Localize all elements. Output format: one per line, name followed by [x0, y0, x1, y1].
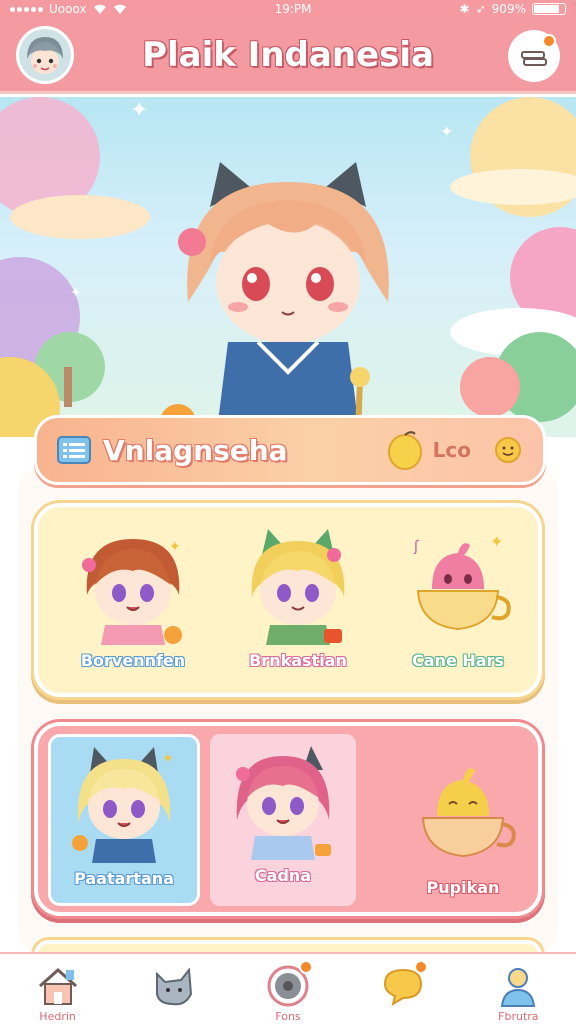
character-item[interactable]: Cadna: [210, 740, 356, 885]
character-card[interactable]: ✦ Borvennfen Brnkastian ✦ ʃ Cane Hars: [34, 503, 542, 697]
coin-icon: [387, 431, 422, 470]
wifi-icon: [113, 4, 126, 14]
character-tile[interactable]: ✦ Paatartana: [48, 734, 200, 906]
item-label: Paatartana: [74, 869, 174, 888]
svg-text:ʃ: ʃ: [413, 539, 419, 555]
carrier-label: Uooox: [49, 2, 87, 16]
nav-item-fons[interactable]: Fons: [243, 960, 333, 1023]
status-bar: Uooox 19:PM ✱ ➶ 909%: [0, 0, 576, 18]
nav-label: Fons: [275, 1010, 301, 1023]
smile-coin-icon[interactable]: [493, 436, 523, 464]
character-item[interactable]: Brnkastian: [223, 525, 373, 670]
svg-text:✦: ✦: [70, 285, 82, 301]
notification-badge: [414, 960, 429, 974]
svg-text:✦: ✦: [490, 532, 503, 551]
item-label: Pupikan: [426, 878, 500, 897]
svg-text:✦: ✦: [440, 122, 453, 141]
girl-blonde-cat-ears-character: ✦: [72, 747, 174, 863]
signal-icon: [10, 6, 43, 12]
item-label: Borvennfen: [80, 651, 186, 670]
girl-blonde-cat-ears-character: [251, 529, 345, 645]
status-time: 19:PM: [274, 2, 312, 16]
svg-text:✦: ✦: [169, 539, 181, 555]
profile-icon: [501, 968, 536, 1007]
item-label: Cane Hars: [412, 651, 504, 670]
list-icon: [57, 436, 91, 464]
hero-illustration: ✦ ✦ ✦: [0, 97, 576, 437]
character-item[interactable]: ✦ Paatartana: [51, 743, 197, 888]
notification-badge: [542, 34, 556, 48]
location-icon: ➶: [475, 2, 486, 16]
item-label: Brnkastian: [249, 651, 347, 670]
pink-slime-teacup-icon: ✦ ʃ: [413, 532, 511, 631]
battery-percent: 909%: [491, 2, 526, 16]
inbox-button[interactable]: [508, 30, 560, 82]
nav-item-profile[interactable]: Fbrutra: [473, 964, 563, 1023]
svg-text:✦: ✦: [162, 751, 174, 767]
svg-text:✦: ✦: [130, 98, 148, 123]
section-title: Vnlagnseha: [103, 433, 288, 467]
character-item[interactable]: ✦ Borvennfen: [58, 525, 208, 670]
nav-label: Fbrutra: [498, 1010, 539, 1023]
character-card[interactable]: ✦ Paatartana Cadna Pupikan: [34, 722, 542, 916]
avatar[interactable]: [16, 26, 74, 84]
status-left: Uooox: [10, 2, 127, 16]
item-label: Cadna: [254, 866, 312, 885]
coin-label: Lco: [432, 438, 471, 462]
nav-item-cat[interactable]: [128, 964, 218, 1010]
page-title: Plaik Indanesia: [142, 34, 434, 75]
battery-icon: [531, 3, 566, 15]
girl-brown-hair-character: ✦: [82, 539, 182, 645]
notification-badge: [298, 960, 313, 974]
avatar-icon: [19, 29, 71, 81]
nav-item-chat[interactable]: [358, 960, 448, 1010]
nav-label: Hedrin: [39, 1010, 76, 1023]
bluetooth-icon: ✱: [459, 2, 470, 16]
yellow-slime-teacup-icon: [421, 768, 516, 858]
home-icon: [38, 967, 77, 1005]
girl-pink-hair-character: [236, 746, 331, 860]
wifi-icon: [93, 4, 106, 14]
character-item[interactable]: ✦ ʃ Cane Hars: [383, 525, 533, 670]
section-header: Vnlagnseha Lco: [34, 415, 546, 485]
status-right: ✱ ➶ 909%: [460, 2, 566, 16]
nav-item-home[interactable]: Hedrin: [13, 964, 103, 1023]
cat-icon: [155, 967, 192, 1006]
app-header: Plaik Indanesia: [0, 18, 576, 94]
character-tile[interactable]: Cadna: [210, 734, 356, 906]
hero-banner: ✦ ✦ ✦: [0, 97, 576, 437]
character-item[interactable]: Pupikan: [388, 752, 538, 897]
bottom-nav: Hedrin Fons Fbrutra: [0, 952, 576, 1024]
